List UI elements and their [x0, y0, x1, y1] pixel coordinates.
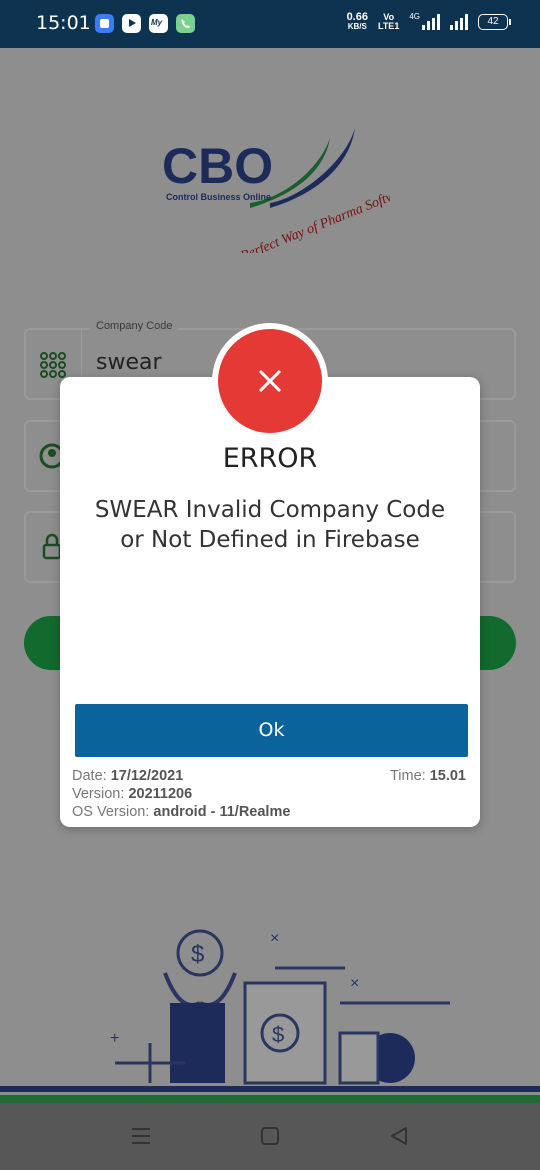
- home-nav-icon[interactable]: [259, 1125, 281, 1147]
- error-dialog: ERROR SWEAR Invalid Company Code or Not …: [60, 377, 480, 827]
- status-time: 15:01: [36, 12, 91, 34]
- navigation-bar: [0, 1103, 540, 1170]
- company-code-input[interactable]: swear: [96, 350, 162, 375]
- battery-icon: 42: [478, 14, 511, 30]
- time-info: Time: 15.01: [389, 768, 466, 784]
- svg-text:Control Business Online: Control Business Online: [166, 192, 271, 202]
- footer-stripe-blue: [0, 1086, 540, 1092]
- volte-indicator: Vo LTE1: [377, 12, 400, 31]
- notification-icons: My: [95, 14, 195, 33]
- menu-nav-icon[interactable]: [130, 1125, 152, 1147]
- svg-text:+: +: [110, 1030, 119, 1047]
- os-version-info: OS Version: android - 11/Realme: [72, 804, 291, 820]
- ok-button[interactable]: Ok: [75, 704, 468, 757]
- dialog-title: ERROR: [222, 443, 318, 474]
- svg-text:$: $: [272, 1022, 284, 1047]
- svg-text:×: ×: [350, 975, 359, 992]
- back-nav-icon[interactable]: [388, 1125, 410, 1147]
- svg-text:$: $: [191, 941, 204, 968]
- signal-icon-2: [450, 14, 468, 30]
- youtube-icon: [122, 14, 141, 33]
- phone-icon: [176, 14, 195, 33]
- footer-stripe-green: [0, 1095, 540, 1103]
- company-code-label: Company Code: [90, 320, 179, 332]
- version-info: Version: 20211206: [72, 786, 193, 802]
- cbo-logo: CBO Control Business Online The Perfect …: [162, 128, 390, 253]
- paytm-icon: My: [149, 14, 168, 33]
- network-type: 4G: [409, 11, 420, 21]
- app-notification-icon: [95, 14, 114, 33]
- signal-icon: [422, 14, 440, 30]
- network-speed: 0.66 KB/S: [346, 11, 368, 32]
- dialog-message: SWEAR Invalid Company Code or Not Define…: [94, 497, 446, 553]
- status-bar: 15:01 My 0.66 KB/S Vo LTE1 4G 42: [0, 0, 540, 48]
- error-badge: [212, 323, 328, 439]
- svg-text:CBO: CBO: [162, 138, 273, 194]
- finance-illustration: $ $ × × +: [70, 929, 470, 1090]
- svg-text:×: ×: [270, 930, 279, 947]
- close-icon: [258, 369, 282, 393]
- date-info: Date: 17/12/2021: [72, 768, 184, 784]
